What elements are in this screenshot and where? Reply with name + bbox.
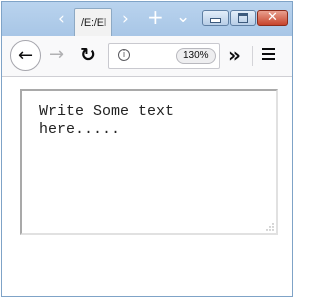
close-button[interactable]: ✕ bbox=[257, 10, 288, 26]
navigation-toolbar: ← → ↻ i 130% » bbox=[2, 36, 292, 77]
site-info-icon[interactable]: i bbox=[118, 49, 130, 61]
tab-scroll-right-icon[interactable]: › bbox=[122, 9, 129, 29]
tab-list-icon[interactable]: ⌄ bbox=[176, 7, 190, 27]
page-content: Write Some text here..... bbox=[2, 77, 292, 296]
maximize-icon bbox=[238, 13, 248, 23]
back-button[interactable]: ← bbox=[10, 40, 41, 71]
tab-active[interactable]: /E:/El bbox=[74, 8, 112, 36]
url-bar[interactable]: i 130% bbox=[108, 43, 220, 69]
tab-title-fade bbox=[101, 9, 111, 36]
maximize-button[interactable] bbox=[230, 10, 256, 26]
tab-scroll-left-icon[interactable]: ‹ bbox=[58, 9, 65, 29]
new-tab-icon[interactable]: + bbox=[147, 7, 164, 27]
reload-icon[interactable]: ↻ bbox=[80, 43, 96, 67]
title-bar: ‹ /E:/El › + ⌄ ✕ bbox=[2, 2, 292, 36]
forward-arrow-icon[interactable]: → bbox=[49, 44, 64, 66]
back-arrow-icon: ← bbox=[17, 45, 34, 66]
toolbar-separator bbox=[252, 46, 253, 66]
hamburger-menu-icon[interactable] bbox=[262, 48, 275, 63]
minimize-icon bbox=[210, 18, 221, 23]
resize-grip-icon[interactable] bbox=[266, 223, 274, 231]
browser-window: ‹ /E:/El › + ⌄ ✕ ← → ↻ i 130% » Write So… bbox=[1, 1, 293, 297]
close-icon: ✕ bbox=[267, 10, 278, 25]
text-area[interactable]: Write Some text here..... bbox=[20, 89, 278, 235]
text-area-content: Write Some text here..... bbox=[39, 103, 184, 138]
minimize-button[interactable] bbox=[202, 10, 229, 26]
overflow-chevron-icon[interactable]: » bbox=[228, 42, 241, 68]
zoom-level-badge[interactable]: 130% bbox=[176, 48, 216, 64]
